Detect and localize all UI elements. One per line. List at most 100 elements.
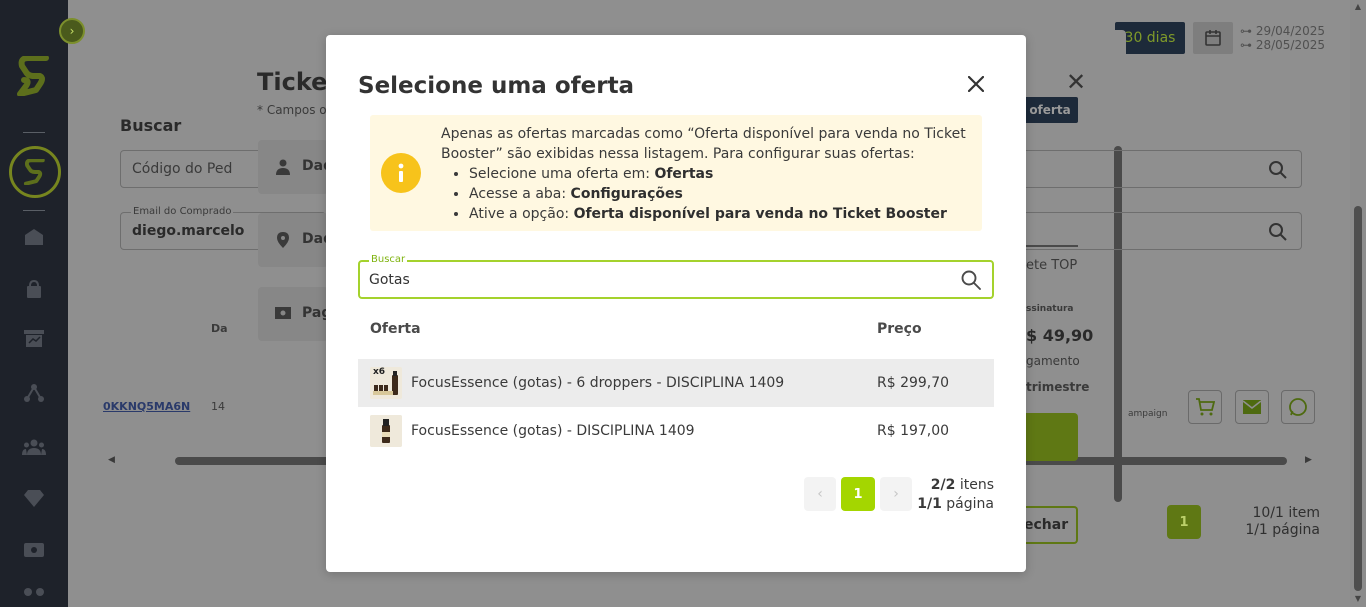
search-heading: Buscar [120,116,182,135]
pagination-info: 2/2 itens 1/1 página [892,476,994,514]
search-icon[interactable] [960,269,982,291]
apps-grid-icon[interactable] [22,586,46,607]
table-header-date: Da [211,322,228,335]
scroll-left-icon[interactable]: ◀ [108,455,115,465]
items-count-suffix: itens [955,477,994,493]
chevron-left-icon: ‹ [817,486,823,502]
step-bold: Oferta disponível para venda no Ticket B… [573,206,947,222]
product-thumbnail [370,415,402,447]
select-offer-modal: Selecione uma oferta Apenas as ofertas m… [326,35,1026,572]
step-bold: Ofertas [654,166,714,182]
info-icon [381,153,421,193]
calendar-icon [1205,30,1221,46]
subscription-price: $ 49,90 [1026,326,1094,345]
pagination-current-page[interactable]: 1 [841,477,875,511]
email-button[interactable] [1235,390,1269,424]
items-count: 2/2 itens [892,476,994,495]
dashboard-chart-icon[interactable] [22,327,46,351]
alert-intro: Apenas as ofertas marcadas como “Oferta … [441,126,966,162]
date-start: 29/04/2025 [1255,24,1325,38]
right-search-field[interactable] [1022,150,1302,188]
users-group-icon[interactable] [22,435,46,459]
search-icon[interactable] [1268,222,1288,242]
campaign-label: ampaign [1128,409,1168,419]
subscription-label: ssinatura [1026,304,1074,314]
search-input[interactable] [369,269,949,291]
ticket-modal-scrollbar[interactable] [1114,146,1122,502]
data-card-address[interactable]: Dad [258,213,333,267]
alert-text: Apenas as ofertas marcadas como “Oferta … [441,124,971,224]
person-icon [276,159,290,175]
cart-icon [1196,398,1215,416]
diamond-icon[interactable] [22,486,46,510]
offer-name: FocusEssence (gotas) - DISCIPLINA 1409 [411,423,695,439]
brand-logo[interactable] [16,55,52,97]
sidebar-active-ring[interactable] [9,146,61,198]
items-count-bold: 2/2 [930,477,956,493]
ticket-icon[interactable] [22,538,46,562]
alert-step: Ative a opção: Oferta disponível para ve… [469,204,971,224]
alert-steps: Selecione uma oferta em: Ofertas Acesse … [441,164,971,224]
scroll-down-icon[interactable]: ▼ [1353,594,1363,603]
calendar-button[interactable] [1193,22,1233,54]
offer-price: R$ 299,70 [877,375,950,391]
money-icon [275,307,291,319]
pages-count-bold: 1/1 [917,496,942,512]
search-label: Buscar [369,254,408,265]
thumb-badge: x6 [373,367,386,377]
table-row[interactable]: FocusEssence (gotas) - DISCIPLINA 1409 R… [358,407,994,455]
scroll-up-icon[interactable]: ▲ [1353,2,1363,11]
pages-count: 1/1 página [892,495,994,514]
order-code-link[interactable]: 0KKNQ5MA6N [103,400,190,413]
payment-label: gamento [1026,354,1080,368]
tab-underline [1022,245,1078,247]
step-text: Acesse a aba: [469,186,571,202]
date-end: 28/05/2025 [1255,38,1325,52]
sidebar-toggle-button[interactable]: › [59,18,85,44]
offer-search-field[interactable]: Buscar [358,254,994,299]
required-fields-note: * Campos o [257,103,327,117]
page-scrollbar-thumb[interactable] [1354,206,1362,591]
table-row[interactable]: x6 FocusEssence (gotas) - 6 droppers - D… [358,359,994,407]
search-icon[interactable] [1268,160,1288,180]
ticket-modal-close-icon[interactable]: ✕ [1066,68,1086,96]
step-text: Selecione uma oferta em: [469,166,655,182]
pages-count-suffix: página [941,496,994,512]
alert-step: Selecione uma oferta em: Ofertas [469,164,971,184]
buyer-email-value: diego.marcelo [132,223,245,239]
oferta-tag: oferta [1022,97,1078,123]
data-card-buyer[interactable]: Dad [258,140,333,194]
column-header-price: Preço [877,321,922,337]
product-thumbnail: x6 [370,367,402,399]
location-pin-icon [277,232,289,248]
order-row-value: 14 [211,400,225,413]
bg-page-button[interactable]: 1 [1167,505,1201,539]
offer-name: FocusEssence (gotas) - 6 droppers - DISC… [411,375,785,391]
cart-button[interactable] [1188,390,1222,424]
package-name: ete TOP [1026,258,1078,273]
sidebar [0,0,68,607]
sidebar-divider [23,210,45,211]
step-text: Ative a opção: [469,206,574,222]
info-alert: Apenas as ofertas marcadas como “Oferta … [370,115,982,231]
period-label: trimestre [1026,380,1090,394]
order-code-placeholder: Código do Ped [132,161,233,177]
buyer-email-label: Email do Comprado [131,206,234,217]
data-card-payment[interactable]: Pag [258,287,331,341]
step-bold: Configurações [570,186,683,202]
shopping-bag-icon[interactable] [22,277,46,301]
fechar-button[interactable]: echar [1022,506,1078,544]
close-icon[interactable] [965,73,987,95]
network-icon[interactable] [22,381,46,405]
whatsapp-icon [1289,398,1307,416]
alert-step: Acesse a aba: Configurações [469,184,971,204]
column-header-offer: Oferta [370,321,421,337]
scroll-right-icon[interactable]: ▶ [1305,455,1312,465]
sidebar-divider [23,132,45,133]
date-range: ⊶ 29/04/2025 ⊶ 28/05/2025 [1240,24,1325,52]
bg-items-count: 10/1 item [1252,505,1320,521]
primary-action-button[interactable] [1022,413,1078,461]
pagination-prev-button[interactable]: ‹ [804,477,836,511]
whatsapp-button[interactable] [1281,390,1315,424]
home-icon[interactable] [22,225,46,249]
